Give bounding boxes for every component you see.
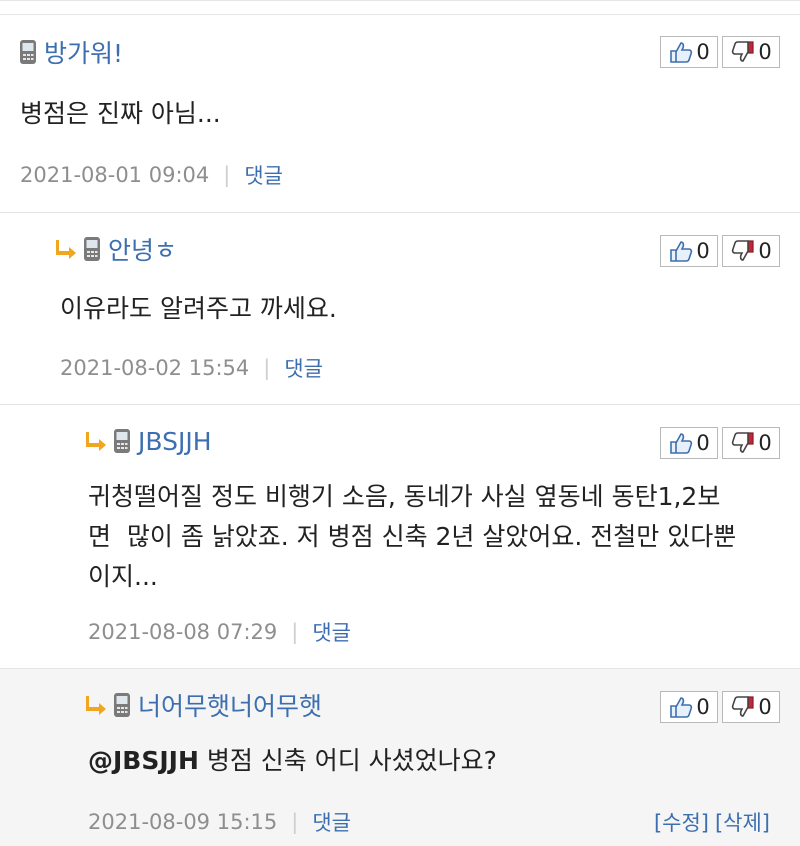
comment-text: 이유라도 알려주고 까세요. bbox=[60, 294, 337, 323]
thumbs-up-icon bbox=[670, 433, 693, 454]
dislike-count: 0 bbox=[758, 695, 772, 719]
vote-buttons: 0 0 bbox=[660, 36, 780, 68]
meta-separator: | bbox=[291, 810, 299, 834]
like-button[interactable]: 0 bbox=[660, 691, 718, 723]
comment-header: 안녕ㅎ bbox=[56, 229, 177, 269]
reply-link[interactable]: 댓글 bbox=[244, 160, 283, 190]
meta-separator: | bbox=[223, 163, 231, 187]
vote-buttons: 0 0 bbox=[660, 691, 780, 723]
comment-item: 너어무햇너어무햇 0 0 @JBSJJH 병점 신축 어디 사셨었나요? 202… bbox=[0, 668, 800, 846]
comment-text-line: 이지... bbox=[88, 562, 158, 591]
mobile-phone-icon bbox=[84, 237, 100, 261]
mobile-phone-icon bbox=[114, 693, 130, 717]
edit-link[interactable]: [수정] bbox=[654, 807, 709, 837]
like-count: 0 bbox=[696, 239, 710, 263]
dislike-button[interactable]: 0 bbox=[722, 235, 780, 267]
comment-text: 귀청떨어질 정도 비행기 소음, 동네가 사실 옆동네 동탄1,2보 면 많이 … bbox=[88, 477, 778, 597]
comment-header: 방가워! bbox=[18, 32, 123, 72]
reply-link[interactable]: 댓글 bbox=[284, 353, 323, 383]
comment-text: 병점은 진짜 아님... bbox=[20, 99, 221, 128]
comment-text-line: 귀청떨어질 정도 비행기 소음, 동네가 사실 옆동네 동탄1,2보 bbox=[88, 482, 721, 511]
dislike-count: 0 bbox=[758, 40, 772, 64]
thumbs-down-icon bbox=[732, 696, 754, 717]
vote-buttons: 0 0 bbox=[660, 427, 780, 459]
top-divider bbox=[0, 0, 800, 1]
author-name[interactable]: 안녕ㅎ bbox=[108, 231, 177, 267]
like-count: 0 bbox=[696, 695, 710, 719]
comment-header: JBSJJH bbox=[86, 421, 212, 461]
author-name[interactable]: 방가워! bbox=[44, 34, 123, 70]
thumbs-down-icon bbox=[732, 432, 754, 453]
reply-link[interactable]: 댓글 bbox=[312, 807, 351, 837]
thumbs-up-icon bbox=[670, 42, 693, 63]
comment-text-line: 면 많이 좀 낡았죠. 저 병점 신축 2년 살았어요. 전철만 있다뿐 bbox=[88, 522, 737, 551]
dislike-button[interactable]: 0 bbox=[722, 36, 780, 68]
dislike-button[interactable]: 0 bbox=[722, 427, 780, 459]
top-divider-2 bbox=[0, 14, 800, 15]
comment-text-body: 병점 신축 어디 사셨었나요? bbox=[198, 746, 497, 775]
user-mention[interactable]: @JBSJJH bbox=[88, 746, 199, 775]
timestamp: 2021-08-09 15:15 bbox=[88, 810, 278, 834]
like-count: 0 bbox=[696, 431, 710, 455]
reply-arrow-icon bbox=[86, 696, 106, 715]
meta-separator: | bbox=[291, 620, 299, 644]
comment-item: JBSJJH 0 0 귀청떨어질 정도 비행기 소음, 동네가 사실 옆동네 동… bbox=[0, 404, 800, 668]
timestamp: 2021-08-02 15:54 bbox=[60, 356, 250, 380]
like-button[interactable]: 0 bbox=[660, 36, 718, 68]
delete-link[interactable]: [삭제] bbox=[715, 807, 770, 837]
comment-item: 방가워! 0 0 병점은 진짜 아님... 2021-08-01 09:04 |… bbox=[0, 16, 800, 212]
vote-buttons: 0 0 bbox=[660, 235, 780, 267]
author-name[interactable]: JBSJJH bbox=[138, 427, 212, 456]
like-button[interactable]: 0 bbox=[660, 235, 718, 267]
mobile-phone-icon bbox=[114, 429, 130, 453]
like-count: 0 bbox=[696, 40, 710, 64]
thumbs-down-icon bbox=[732, 41, 754, 62]
author-name[interactable]: 너어무햇너어무햇 bbox=[138, 687, 322, 723]
owner-actions: [수정] [삭제] bbox=[654, 807, 770, 837]
timestamp: 2021-08-01 09:04 bbox=[20, 163, 210, 187]
mobile-phone-icon bbox=[20, 40, 36, 64]
comment-text: @JBSJJH 병점 신축 어디 사셨었나요? bbox=[88, 741, 497, 781]
timestamp: 2021-08-08 07:29 bbox=[88, 620, 278, 644]
comment-meta: 2021-08-02 15:54 | 댓글 bbox=[60, 353, 323, 383]
meta-separator: | bbox=[263, 356, 271, 380]
dislike-count: 0 bbox=[758, 431, 772, 455]
thumbs-up-icon bbox=[670, 697, 693, 718]
reply-arrow-icon bbox=[86, 432, 106, 451]
like-button[interactable]: 0 bbox=[660, 427, 718, 459]
thumbs-down-icon bbox=[732, 240, 754, 261]
comment-header: 너어무햇너어무햇 bbox=[86, 685, 322, 725]
comment-item: 안녕ㅎ 0 0 이유라도 알려주고 까세요. 2021-08-02 15:54 … bbox=[0, 212, 800, 404]
comment-meta: 2021-08-08 07:29 | 댓글 bbox=[88, 617, 351, 647]
thumbs-up-icon bbox=[670, 241, 693, 262]
dislike-button[interactable]: 0 bbox=[722, 691, 780, 723]
reply-link[interactable]: 댓글 bbox=[312, 617, 351, 647]
comment-meta: 2021-08-01 09:04 | 댓글 bbox=[20, 160, 283, 190]
comment-meta: 2021-08-09 15:15 | 댓글 bbox=[88, 807, 351, 837]
reply-arrow-icon bbox=[56, 240, 76, 259]
dislike-count: 0 bbox=[758, 239, 772, 263]
